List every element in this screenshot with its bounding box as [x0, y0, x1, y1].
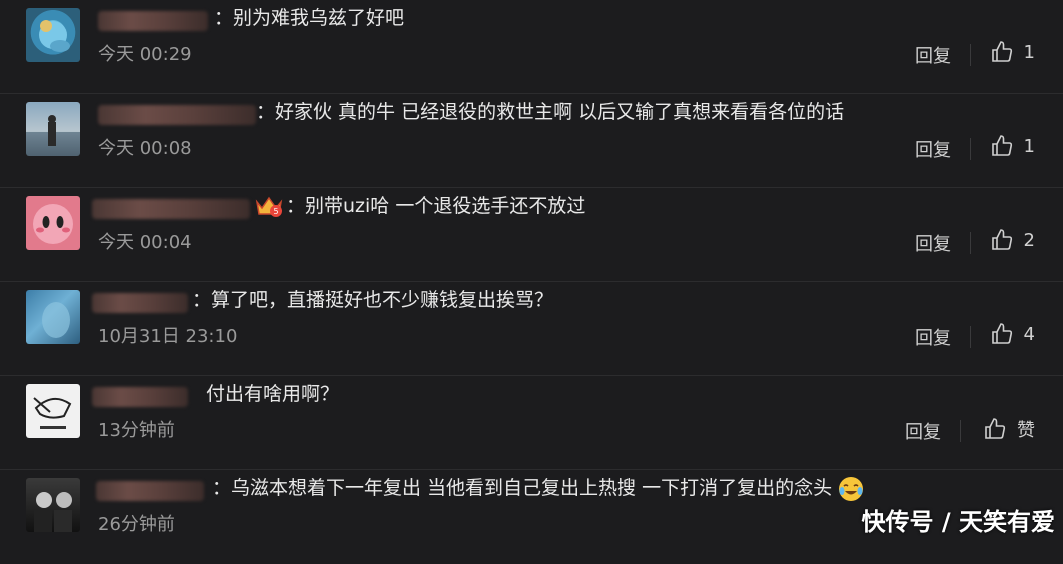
- thumbs-up-icon: [991, 323, 1012, 344]
- avatar-image: [39, 20, 70, 52]
- avatar[interactable]: [26, 8, 80, 62]
- reply-button[interactable]: 回复: [915, 230, 951, 256]
- username-blurred[interactable]: [92, 387, 188, 407]
- avatar[interactable]: [26, 102, 80, 156]
- thumbs-up-icon: [991, 229, 1012, 250]
- comment-item: ：算了吧，直播挺好也不少赚钱复出挨骂？ 10月31日 23:10 回复 4: [0, 282, 1063, 376]
- avatar-image: [34, 492, 72, 532]
- comment-text: 付出有啥用啊？: [206, 383, 340, 405]
- comment-text: ：别为难我乌兹了好吧: [214, 7, 405, 29]
- avatar[interactable]: [26, 384, 80, 438]
- watermark: 快传号 / 天笑有爱: [861, 508, 1055, 536]
- avatar-image: [33, 204, 73, 244]
- comment-item: 5 ：别带uzi哈 一个退役选手还不放过 今天 00:04 回复 2: [0, 188, 1063, 282]
- avatar[interactable]: [26, 196, 80, 250]
- username-blurred[interactable]: [92, 293, 188, 313]
- comment-item: 付出有啥用啊？ 13分钟前 回复 赞: [0, 376, 1063, 470]
- comment-time: 10月31日 23:10: [98, 326, 238, 347]
- divider: [970, 138, 971, 160]
- avatar[interactable]: [26, 478, 80, 532]
- like-button[interactable]: 1: [990, 134, 1035, 158]
- reply-button[interactable]: 回复: [915, 42, 951, 68]
- reply-button[interactable]: 回复: [905, 418, 941, 444]
- comment-time: 13分钟前: [98, 420, 175, 441]
- like-label: 赞: [1017, 420, 1035, 441]
- reply-button[interactable]: 回复: [915, 136, 951, 162]
- divider: [970, 326, 971, 348]
- comment-time: 26分钟前: [98, 514, 175, 535]
- comment-item: ：好家伙 真的牛 已经退役的救世主啊 以后又输了真想来看看各位的话 今天 00:…: [0, 94, 1063, 188]
- like-count: 1: [1023, 135, 1035, 157]
- comment-text: ：别带uzi哈 一个退役选手还不放过: [286, 195, 586, 217]
- like-count: 4: [1023, 323, 1035, 345]
- comment-time: 今天 00:08: [98, 138, 192, 159]
- divider: [970, 232, 971, 254]
- avatar-image: [48, 115, 56, 146]
- vip-crown-icon: 5: [255, 196, 283, 217]
- username-blurred[interactable]: [98, 11, 208, 31]
- username-blurred[interactable]: [92, 199, 250, 219]
- comment-time: 今天 00:04: [98, 232, 192, 253]
- avatar[interactable]: [26, 290, 80, 344]
- reply-button[interactable]: 回复: [915, 324, 951, 350]
- comment-time: 今天 00:29: [98, 44, 192, 65]
- laughing-tears-emoji-icon: [839, 476, 864, 501]
- avatar-image: [42, 302, 70, 338]
- thumbs-up-icon: [991, 41, 1012, 62]
- thumbs-up-icon: [985, 418, 1006, 439]
- comment-text-content: ：乌滋本想着下一年复出 当他看到自己复出上热搜 一下打消了复出的念头: [212, 477, 833, 499]
- like-count: 1: [1023, 41, 1035, 63]
- like-count: 2: [1023, 229, 1035, 251]
- like-button[interactable]: 赞: [983, 416, 1035, 442]
- avatar-image: [33, 397, 72, 429]
- comment-text: ：算了吧，直播挺好也不少赚钱复出挨骂？: [192, 289, 554, 311]
- svg-text:5: 5: [273, 207, 278, 216]
- thumbs-up-icon: [991, 135, 1012, 156]
- username-blurred[interactable]: [98, 105, 256, 125]
- divider: [970, 44, 971, 66]
- username-blurred[interactable]: [96, 481, 204, 501]
- like-button[interactable]: 2: [990, 228, 1035, 252]
- like-button[interactable]: 4: [990, 322, 1035, 346]
- comment-text: ：好家伙 真的牛 已经退役的救世主啊 以后又输了真想来看看各位的话: [256, 101, 845, 123]
- comment-text: ：乌滋本想着下一年复出 当他看到自己复出上热搜 一下打消了复出的念头: [212, 475, 864, 502]
- divider: [960, 420, 961, 442]
- like-button[interactable]: 1: [990, 40, 1035, 64]
- comment-item: ：别为难我乌兹了好吧 今天 00:29 回复 1: [0, 0, 1063, 94]
